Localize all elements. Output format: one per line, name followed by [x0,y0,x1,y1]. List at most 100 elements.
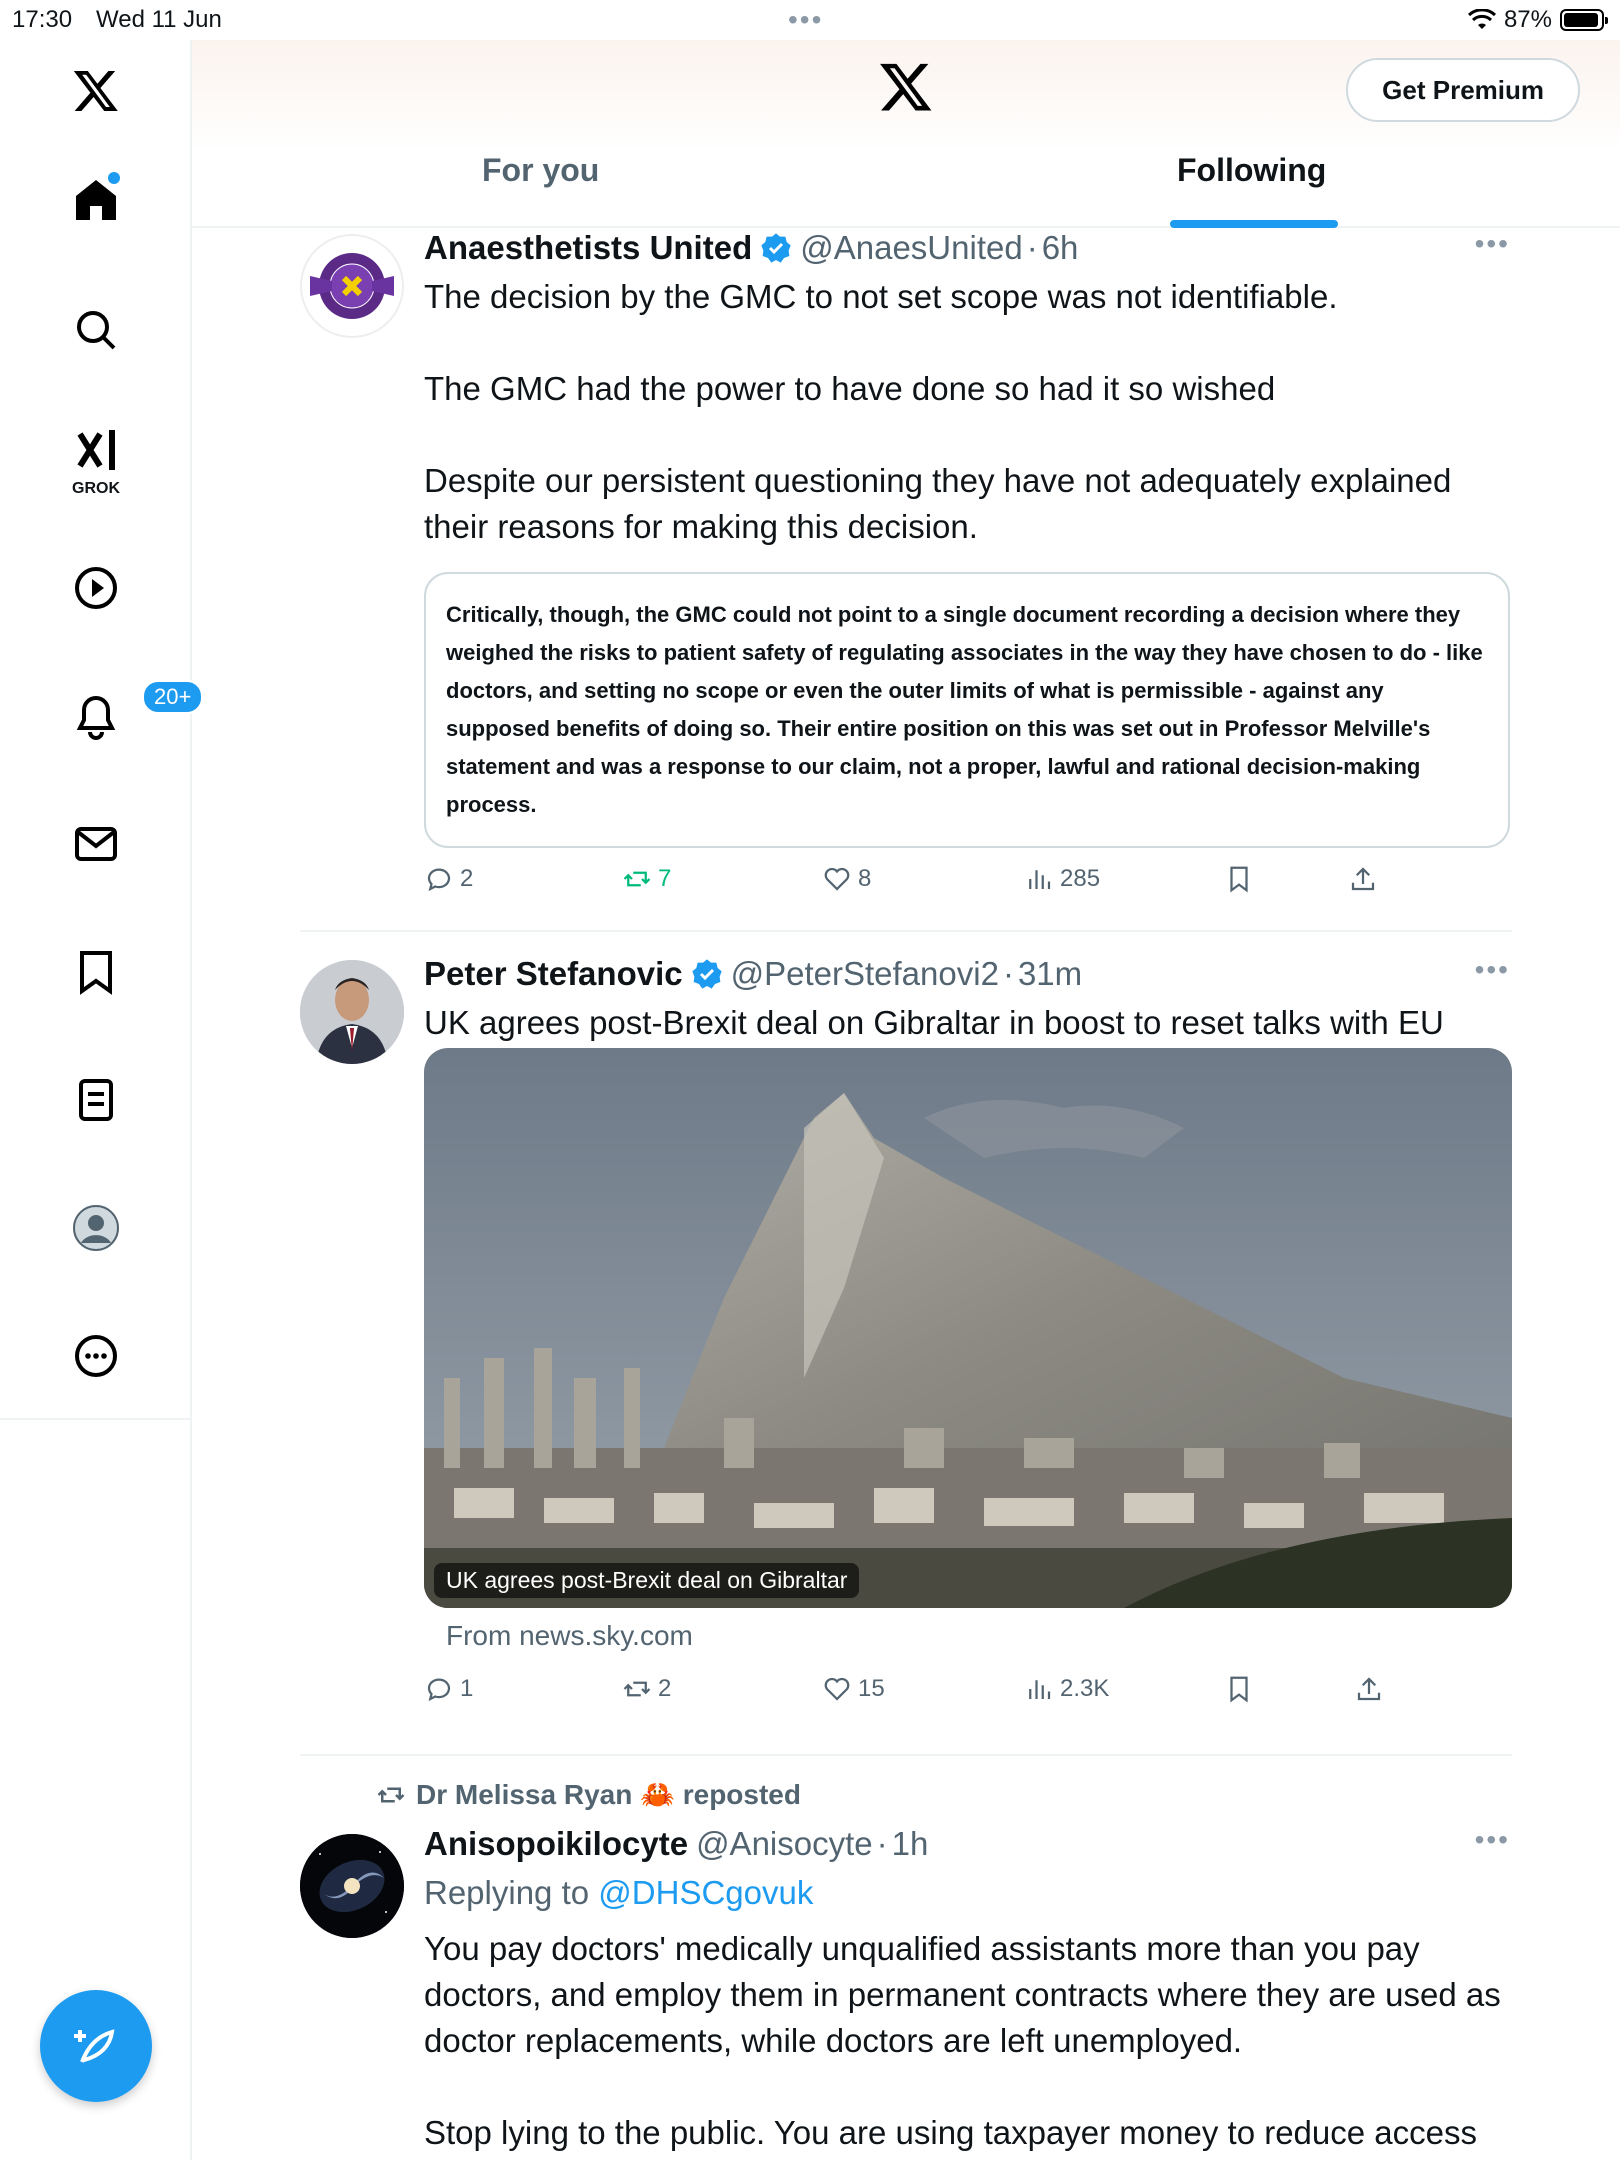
profile-svg [73,1205,119,1251]
profile-avatar-icon[interactable] [56,1188,136,1268]
author-handle[interactable]: @AnaesUnited [800,228,1022,268]
home-icon[interactable] [56,160,136,240]
share-button[interactable] [1348,864,1378,894]
view-count: 2.3K [1060,1675,1110,1702]
gibraltar-rock-image [424,1048,1512,1608]
avatar[interactable] [300,960,404,1064]
lists-svg [79,1079,113,1121]
tweet-text: The decision by the GMC to not set scope… [424,278,1452,545]
repost-icon [623,1681,651,1697]
repost-icon [623,871,651,887]
bookmark-icon [1230,1676,1248,1703]
bookmark-button[interactable] [1224,1674,1254,1704]
repost-count: 7 [658,865,672,892]
author-name[interactable]: Anaesthetists United [424,228,752,268]
timestamp[interactable]: 31m [1018,954,1082,994]
avatar[interactable] [300,234,404,338]
grok-label: GROK [72,480,120,497]
link-source[interactable]: From news.sky.com [446,1620,693,1652]
reposted-by-label[interactable]: Dr Melissa Ryan 🦀 reposted [416,1778,801,1811]
replying-prefix: Replying to [424,1874,590,1911]
repost-context: Dr Melissa Ryan 🦀 reposted [376,1778,801,1811]
separator: · [876,1825,888,1862]
envelope-svg [75,827,117,861]
tweet-divider [300,1754,1512,1756]
repost-button[interactable]: 2 [622,1674,671,1704]
like-count: 8 [858,865,872,892]
status-right: 87% [1467,6,1608,34]
bookmarks-icon[interactable] [56,932,136,1012]
messages-envelope-icon[interactable] [56,804,136,884]
views-chart-icon [1029,1680,1051,1699]
tweet-header: Anisopoikilocyte @Anisocyte · 1h [424,1824,1510,1864]
bookmark-button[interactable] [1224,864,1254,894]
verified-badge-icon [691,959,722,989]
anaesthetists-united-logo [310,253,394,319]
views-chart-icon [1029,870,1051,889]
author-name[interactable]: Anisopoikilocyte [424,1824,688,1864]
like-button[interactable]: 15 [822,1674,885,1704]
like-button[interactable]: 8 [822,864,871,894]
get-premium-button[interactable]: Get Premium [1346,58,1580,122]
reply-count: 1 [460,1675,474,1702]
status-bar: 17:30 Wed 11 Jun ••• 87% [0,0,1620,40]
author-photo [300,960,404,1064]
tweet-body: Anaesthetists United @AnaesUnited · 6h •… [424,228,1510,893]
replying-to-handle[interactable]: @DHSCgovuk [598,1874,813,1911]
x-logo-icon[interactable] [56,50,136,130]
reply-icon [427,1678,451,1702]
views-button[interactable]: 2.3K [1024,1674,1109,1704]
tweet-text: UK agrees post-Brexit deal on Gibraltar … [424,1004,1444,1041]
compose-post-button[interactable] [40,1990,152,2102]
avatar[interactable] [300,1834,404,1938]
search-icon[interactable] [56,290,136,370]
grok-icon[interactable]: GROK [56,418,136,498]
more-svg [75,1335,117,1377]
reply-button[interactable]: 1 [424,1674,473,1704]
wifi-icon [1467,9,1496,29]
tweet-text: You pay doctors' medically unqualified a… [424,1930,1501,2151]
views-button[interactable]: 285 [1024,864,1100,894]
sidebar: GROK 20+ [0,40,204,2160]
grok-svg [77,430,115,470]
author-handle[interactable]: @Anisocyte [696,1824,873,1864]
compose-feather-icon [74,2029,115,2063]
quoted-image-text[interactable]: Critically, though, the GMC could not po… [424,572,1510,848]
more-options-icon[interactable]: ••• [1475,228,1510,260]
bookmark-icon [1230,866,1248,893]
heart-icon [824,867,850,891]
more-options-icon[interactable]: ••• [1475,954,1510,986]
notifications-bell-icon[interactable]: 20+ [56,676,204,756]
timeline-header: Get Premium For you Following [192,40,1620,228]
tab-following[interactable]: Following [1177,152,1326,228]
tweet-header: Peter Stefanovic @PeterStefanovi2 · 31m [424,954,1510,994]
play-svg [75,567,117,609]
repost-button[interactable]: 7 [622,864,671,894]
bell-svg [76,695,116,740]
tweet-actions: 2 7 8 285 [424,864,1510,904]
timestamp[interactable]: 1h [892,1824,929,1864]
video-play-icon[interactable] [56,548,136,628]
reply-button[interactable]: 2 [424,864,473,894]
more-options-icon[interactable]: ••• [1475,1824,1510,1856]
share-icon [1357,1677,1381,1701]
repost-icon [377,1787,405,1802]
repost-count: 2 [658,1675,672,1702]
tweet-divider [300,930,1512,932]
link-card-title: UK agrees post-Brexit deal on Gibraltar [434,1563,860,1598]
separator: · [1026,229,1038,266]
x-logo-svg [73,71,118,111]
view-count: 285 [1060,865,1101,892]
galaxy-avatar-image [300,1834,404,1938]
x-logo-center-icon[interactable] [878,58,934,114]
author-name[interactable]: Peter Stefanovic [424,954,683,994]
tab-for-you[interactable]: For you [482,152,599,228]
lists-icon[interactable] [56,1060,136,1140]
link-card-image[interactable]: UK agrees post-Brexit deal on Gibraltar [424,1048,1512,1608]
timestamp[interactable]: 6h [1042,228,1079,268]
share-button[interactable] [1354,1674,1384,1704]
more-options-icon[interactable] [56,1316,136,1396]
multitasking-dots-icon[interactable]: ••• [788,4,823,36]
replying-to: Replying to @DHSCgovuk [424,1870,1510,1916]
author-handle[interactable]: @PeterStefanovi2 [731,954,999,994]
